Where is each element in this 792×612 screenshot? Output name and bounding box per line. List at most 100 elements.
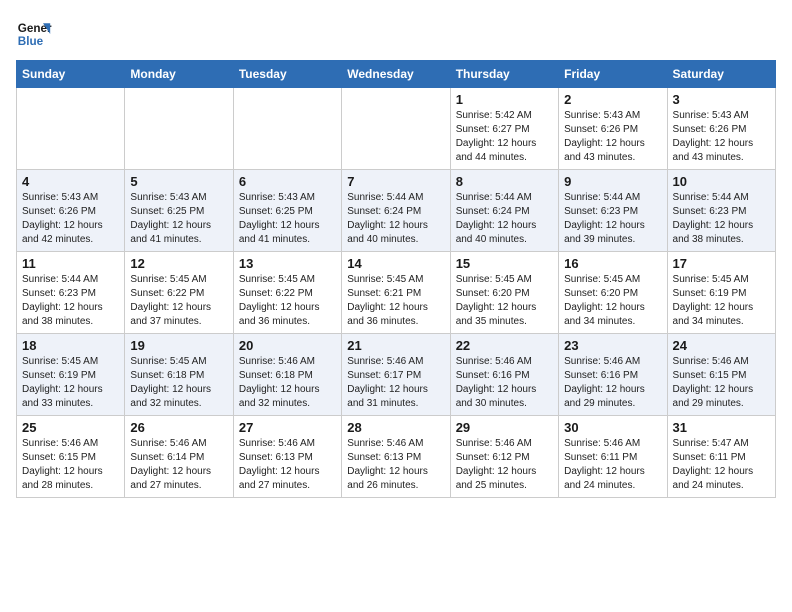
day-info: Sunrise: 5:43 AM Sunset: 6:26 PM Dayligh… — [564, 109, 661, 165]
day-info: Sunrise: 5:46 AM Sunset: 6:16 PM Dayligh… — [564, 355, 661, 411]
weekday-sunday: Sunday — [17, 61, 125, 88]
calendar-cell-3-6: 16Sunrise: 5:45 AM Sunset: 6:20 PM Dayli… — [559, 252, 667, 334]
calendar-cell-3-1: 11 Sunrise: 5:44 AM Sunset: 6:23 PM Dayli… — [17, 252, 125, 334]
calendar-cell-1-1 — [17, 88, 125, 170]
calendar-cell-3-4: 14Sunrise: 5:45 AM Sunset: 6:21 PM Dayli… — [342, 252, 450, 334]
logo: General Blue — [16, 16, 56, 52]
day-info: Sunrise: 5:43 AM Sunset: 6:26 PM Dayligh… — [673, 109, 770, 165]
day-info: Sunrise: 5:45 AM Sunset: 6:22 PM Dayligh… — [130, 273, 227, 329]
calendar-cell-2-1: 4 Sunrise: 5:43 AM Sunset: 6:26 PM Daylig… — [17, 170, 125, 252]
day-info: Sunrise: 5:46 AM Sunset: 6:15 PM Dayligh… — [673, 355, 770, 411]
day-info: Sunrise: 5:44 AM Sunset: 6:24 PM Dayligh… — [456, 191, 553, 247]
day-number: 25 — [22, 420, 119, 435]
header: General Blue — [16, 16, 776, 52]
calendar-cell-4-5: 22Sunrise: 5:46 AM Sunset: 6:16 PM Dayli… — [450, 334, 558, 416]
day-info: Sunrise: 5:45 AM Sunset: 6:18 PM Dayligh… — [130, 355, 227, 411]
day-info: Sunrise: 5:44 AM Sunset: 6:24 PM Dayligh… — [347, 191, 444, 247]
day-number: 30 — [564, 420, 661, 435]
day-number: 18 — [22, 338, 119, 353]
calendar-cell-4-6: 23 Sunrise: 5:46 AM Sunset: 6:16 PM Dayli… — [559, 334, 667, 416]
calendar-cell-2-7: 10 Sunrise: 5:44 AM Sunset: 6:23 PM Dayli… — [667, 170, 775, 252]
day-number: 12 — [130, 256, 227, 271]
calendar-cell-3-3: 13Sunrise: 5:45 AM Sunset: 6:22 PM Dayli… — [233, 252, 341, 334]
day-info: Sunrise: 5:46 AM Sunset: 6:14 PM Dayligh… — [130, 437, 227, 493]
weekday-thursday: Thursday — [450, 61, 558, 88]
calendar-cell-5-3: 27Sunrise: 5:46 AM Sunset: 6:13 PM Dayli… — [233, 416, 341, 498]
day-info: Sunrise: 5:44 AM Sunset: 6:23 PM Dayligh… — [564, 191, 661, 247]
weekday-friday: Friday — [559, 61, 667, 88]
day-number: 8 — [456, 174, 553, 189]
day-info: Sunrise: 5:47 AM Sunset: 6:11 PM Dayligh… — [673, 437, 770, 493]
calendar-cell-4-3: 20 Sunrise: 5:46 AM Sunset: 6:18 PM Dayli… — [233, 334, 341, 416]
calendar-cell-3-2: 12 Sunrise: 5:45 AM Sunset: 6:22 PM Dayli… — [125, 252, 233, 334]
calendar-cell-5-4: 28 Sunrise: 5:46 AM Sunset: 6:13 PM Dayli… — [342, 416, 450, 498]
day-info: Sunrise: 5:43 AM Sunset: 6:26 PM Dayligh… — [22, 191, 119, 247]
day-info: Sunrise: 5:45 AM Sunset: 6:20 PM Dayligh… — [456, 273, 553, 329]
calendar-cell-1-3 — [233, 88, 341, 170]
day-number: 11 — [22, 256, 119, 271]
day-number: 5 — [130, 174, 227, 189]
weekday-monday: Monday — [125, 61, 233, 88]
day-number: 6 — [239, 174, 336, 189]
calendar-cell-2-2: 5 Sunrise: 5:43 AM Sunset: 6:25 PM Daylig… — [125, 170, 233, 252]
day-info: Sunrise: 5:44 AM Sunset: 6:23 PM Dayligh… — [22, 273, 119, 329]
weekday-saturday: Saturday — [667, 61, 775, 88]
weekday-wednesday: Wednesday — [342, 61, 450, 88]
day-number: 22 — [456, 338, 553, 353]
day-number: 28 — [347, 420, 444, 435]
calendar-cell-4-2: 19 Sunrise: 5:45 AM Sunset: 6:18 PM Dayli… — [125, 334, 233, 416]
calendar-cell-4-1: 18Sunrise: 5:45 AM Sunset: 6:19 PM Dayli… — [17, 334, 125, 416]
logo-icon: General Blue — [16, 16, 52, 52]
calendar-cell-3-5: 15Sunrise: 5:45 AM Sunset: 6:20 PM Dayli… — [450, 252, 558, 334]
day-info: Sunrise: 5:46 AM Sunset: 6:12 PM Dayligh… — [456, 437, 553, 493]
day-number: 23 — [564, 338, 661, 353]
week-row-3: 11 Sunrise: 5:44 AM Sunset: 6:23 PM Dayli… — [17, 252, 776, 334]
day-info: Sunrise: 5:46 AM Sunset: 6:11 PM Dayligh… — [564, 437, 661, 493]
calendar-cell-5-5: 29 Sunrise: 5:46 AM Sunset: 6:12 PM Dayli… — [450, 416, 558, 498]
day-number: 10 — [673, 174, 770, 189]
calendar-cell-2-3: 6 Sunrise: 5:43 AM Sunset: 6:25 PM Daylig… — [233, 170, 341, 252]
day-info: Sunrise: 5:45 AM Sunset: 6:22 PM Dayligh… — [239, 273, 336, 329]
calendar-cell-2-4: 7 Sunrise: 5:44 AM Sunset: 6:24 PM Daylig… — [342, 170, 450, 252]
day-number: 4 — [22, 174, 119, 189]
calendar-cell-1-7: 3 Sunrise: 5:43 AM Sunset: 6:26 PM Daylig… — [667, 88, 775, 170]
weekday-tuesday: Tuesday — [233, 61, 341, 88]
day-info: Sunrise: 5:44 AM Sunset: 6:23 PM Dayligh… — [673, 191, 770, 247]
day-info: Sunrise: 5:43 AM Sunset: 6:25 PM Dayligh… — [130, 191, 227, 247]
calendar-cell-5-6: 30 Sunrise: 5:46 AM Sunset: 6:11 PM Dayli… — [559, 416, 667, 498]
day-info: Sunrise: 5:42 AM Sunset: 6:27 PM Dayligh… — [456, 109, 553, 165]
calendar-cell-1-2 — [125, 88, 233, 170]
day-number: 29 — [456, 420, 553, 435]
day-info: Sunrise: 5:46 AM Sunset: 6:13 PM Dayligh… — [239, 437, 336, 493]
day-info: Sunrise: 5:43 AM Sunset: 6:25 PM Dayligh… — [239, 191, 336, 247]
day-number: 21 — [347, 338, 444, 353]
calendar-cell-2-5: 8 Sunrise: 5:44 AM Sunset: 6:24 PM Daylig… — [450, 170, 558, 252]
day-info: Sunrise: 5:45 AM Sunset: 6:21 PM Dayligh… — [347, 273, 444, 329]
calendar: SundayMondayTuesdayWednesdayThursdayFrid… — [16, 60, 776, 498]
calendar-cell-2-6: 9 Sunrise: 5:44 AM Sunset: 6:23 PM Daylig… — [559, 170, 667, 252]
calendar-cell-5-2: 26Sunrise: 5:46 AM Sunset: 6:14 PM Dayli… — [125, 416, 233, 498]
calendar-cell-4-4: 21 Sunrise: 5:46 AM Sunset: 6:17 PM Dayli… — [342, 334, 450, 416]
week-row-4: 18Sunrise: 5:45 AM Sunset: 6:19 PM Dayli… — [17, 334, 776, 416]
calendar-cell-5-1: 25 Sunrise: 5:46 AM Sunset: 6:15 PM Dayli… — [17, 416, 125, 498]
calendar-cell-1-5: 1 Sunrise: 5:42 AM Sunset: 6:27 PM Daylig… — [450, 88, 558, 170]
calendar-cell-1-4 — [342, 88, 450, 170]
day-info: Sunrise: 5:46 AM Sunset: 6:17 PM Dayligh… — [347, 355, 444, 411]
day-info: Sunrise: 5:46 AM Sunset: 6:13 PM Dayligh… — [347, 437, 444, 493]
day-number: 17 — [673, 256, 770, 271]
day-info: Sunrise: 5:46 AM Sunset: 6:15 PM Dayligh… — [22, 437, 119, 493]
calendar-cell-4-7: 24Sunrise: 5:46 AM Sunset: 6:15 PM Dayli… — [667, 334, 775, 416]
day-number: 3 — [673, 92, 770, 107]
calendar-cell-3-7: 17Sunrise: 5:45 AM Sunset: 6:19 PM Dayli… — [667, 252, 775, 334]
week-row-1: 1 Sunrise: 5:42 AM Sunset: 6:27 PM Daylig… — [17, 88, 776, 170]
day-number: 7 — [347, 174, 444, 189]
week-row-2: 4 Sunrise: 5:43 AM Sunset: 6:26 PM Daylig… — [17, 170, 776, 252]
day-number: 2 — [564, 92, 661, 107]
day-number: 1 — [456, 92, 553, 107]
day-number: 9 — [564, 174, 661, 189]
day-number: 19 — [130, 338, 227, 353]
day-info: Sunrise: 5:46 AM Sunset: 6:18 PM Dayligh… — [239, 355, 336, 411]
day-number: 16 — [564, 256, 661, 271]
day-number: 20 — [239, 338, 336, 353]
svg-text:Blue: Blue — [18, 35, 44, 48]
